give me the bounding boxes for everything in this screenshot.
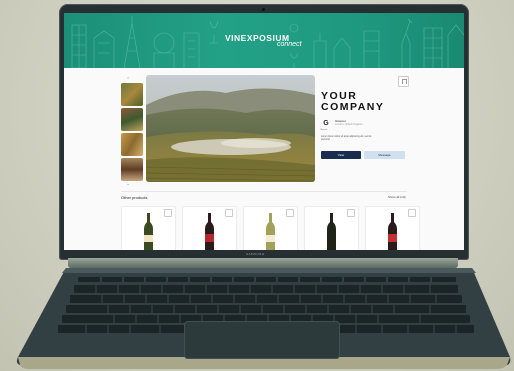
bookmark-icon[interactable] bbox=[225, 209, 233, 217]
thumbnail-2[interactable] bbox=[121, 108, 143, 131]
product-card[interactable] bbox=[243, 206, 298, 250]
company-title: YOUR COMPANY bbox=[321, 90, 385, 113]
other-products-title: Other products bbox=[121, 195, 148, 200]
product-card[interactable] bbox=[365, 206, 420, 250]
avatar-caption: Glassier bbox=[320, 129, 328, 131]
bookmark-icon[interactable] bbox=[347, 209, 355, 217]
view-button[interactable]: View bbox=[321, 151, 361, 159]
message-button[interactable]: Message bbox=[364, 151, 405, 159]
show-all-link[interactable]: Show all (10) bbox=[388, 195, 406, 199]
company-avatar: G bbox=[323, 120, 329, 127]
bookmark-icon[interactable] bbox=[164, 209, 172, 217]
webcam bbox=[262, 8, 265, 11]
thumbnail-1[interactable] bbox=[121, 83, 143, 106]
thumbnail-3[interactable] bbox=[121, 133, 143, 156]
section-divider bbox=[121, 191, 407, 192]
product-card[interactable] bbox=[182, 206, 237, 250]
chevron-down-icon[interactable]: ⌄ bbox=[126, 181, 130, 187]
bookmark-icon[interactable] bbox=[398, 76, 409, 87]
bookmark-icon[interactable] bbox=[286, 209, 294, 217]
bookmark-icon[interactable] bbox=[408, 209, 416, 217]
company-description: Lorem Ipsum dolor sit amet adipiscing el… bbox=[321, 136, 372, 141]
laptop-brand: SAMSUNG bbox=[246, 252, 265, 256]
product-card[interactable] bbox=[121, 206, 176, 250]
thumbnail-4[interactable] bbox=[121, 158, 143, 181]
company-location: London, United Kingdom bbox=[335, 123, 363, 126]
trackpad[interactable] bbox=[184, 321, 340, 359]
product-card[interactable] bbox=[304, 206, 359, 250]
hero-image bbox=[146, 75, 315, 182]
